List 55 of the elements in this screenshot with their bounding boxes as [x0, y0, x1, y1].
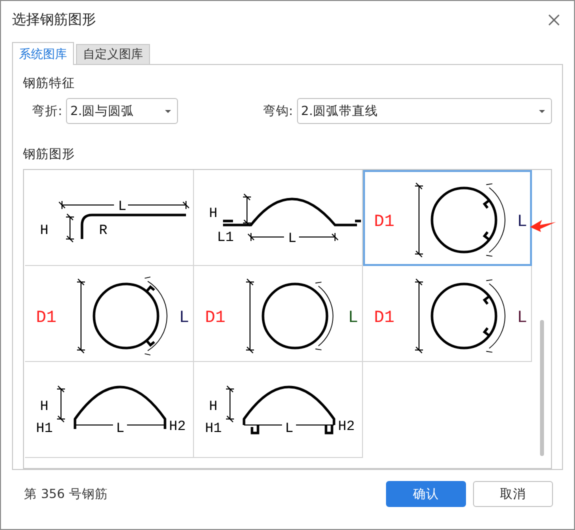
section-title: 钢筋图形 — [23, 146, 76, 163]
caret-icon — [539, 110, 545, 112]
rebar-drawing — [430, 282, 498, 349]
arrow-icon — [530, 220, 556, 232]
dimension-label: H — [209, 206, 218, 222]
rebar-drawing — [92, 282, 160, 349]
dimension-label: L — [118, 198, 126, 214]
shape-cell[interactable]: H L R — [25, 170, 194, 266]
dimension-label: H — [40, 398, 48, 414]
dimension-label: L1 — [217, 230, 234, 246]
dialog-button[interactable]: 确认 — [386, 481, 466, 507]
dimension-line — [226, 385, 234, 422]
dimension-arc — [315, 281, 334, 350]
shape-cell[interactable]: H H1 L H2 — [194, 362, 363, 458]
dialog-button[interactable]: 取消 — [473, 481, 553, 507]
rebar-drawing — [430, 186, 498, 253]
dimension-label: H2 — [338, 418, 355, 434]
tab[interactable]: 系统图库 — [12, 42, 74, 65]
dimension-label: H1 — [205, 420, 222, 436]
tab[interactable]: 自定义图库 — [76, 44, 150, 64]
dimension-label: L — [288, 230, 296, 246]
shape-cell[interactable]: D1 L — [363, 170, 532, 266]
dropdown[interactable]: 2.圆弧带直线 — [297, 98, 552, 124]
dimension-label: L — [517, 212, 528, 232]
dimension-label: H — [40, 222, 48, 238]
dimension-label: R — [99, 222, 108, 238]
dimension-label: L — [348, 308, 358, 328]
status-text: 第 356 号钢筋 — [24, 486, 108, 502]
dimension-label: D1 — [36, 308, 56, 328]
shape-cell[interactable]: H H1 L H2 — [25, 362, 194, 458]
dimension-label: D1 — [374, 212, 394, 232]
dimension-line — [66, 213, 74, 242]
window-title: 选择钢筋图形 — [12, 11, 96, 29]
caret-icon — [165, 110, 172, 112]
dimension-label: H1 — [36, 420, 53, 436]
dimension-label: D1 — [205, 308, 226, 328]
dimension-label: L — [517, 308, 528, 328]
dropdown[interactable]: 2.圆与圆弧 — [66, 98, 178, 124]
field-label: 弯钩: — [262, 102, 293, 120]
dimension-label: H2 — [169, 418, 186, 434]
dimension-label: L — [116, 420, 124, 436]
dimension-line — [242, 193, 252, 226]
rebar-drawing — [262, 282, 328, 349]
section-title: 钢筋特征 — [23, 75, 76, 92]
dimension-line — [56, 385, 66, 422]
shape-cell[interactable]: D1 L — [363, 266, 532, 362]
close-icon[interactable] — [548, 14, 560, 26]
shape-cell[interactable]: D1 L — [25, 266, 194, 362]
dimension-label: L — [285, 420, 294, 436]
dimension-label: H — [209, 398, 218, 414]
shape-cell[interactable]: D1 L — [194, 266, 363, 362]
dimension-label: D1 — [374, 308, 394, 328]
field-label: 弯折: — [32, 102, 62, 120]
dimension-label: L — [179, 308, 190, 328]
shape-cell[interactable]: H L1 L — [194, 170, 363, 266]
